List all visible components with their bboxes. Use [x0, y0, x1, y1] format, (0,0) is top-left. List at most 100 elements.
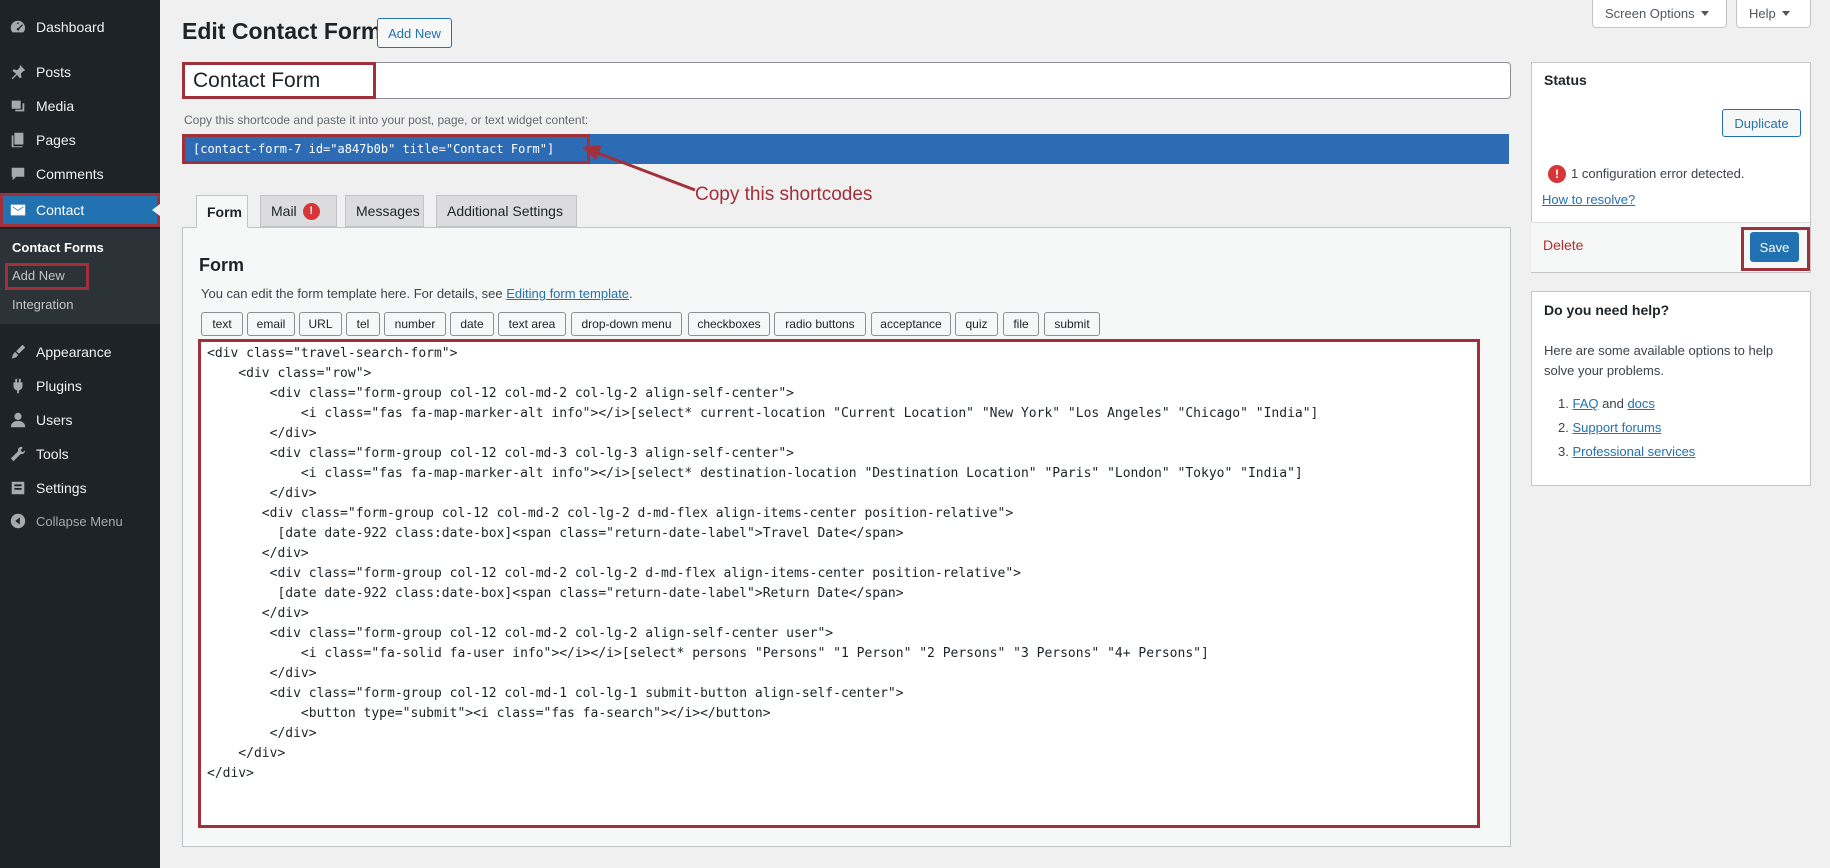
tag-acceptance-button[interactable]: acceptance: [871, 312, 951, 336]
menu-contact[interactable]: Contact: [0, 193, 160, 227]
menu-plugins[interactable]: Plugins: [0, 369, 160, 403]
tag-checkboxes-button[interactable]: checkboxes: [688, 312, 770, 336]
tag-date-button[interactable]: date: [450, 312, 494, 336]
title-input-field[interactable]: [182, 62, 1511, 99]
tag-text-button[interactable]: text: [201, 312, 243, 336]
brush-icon: [0, 343, 36, 361]
menu-posts[interactable]: Posts: [0, 55, 160, 89]
page-title: Edit Contact Form: [182, 18, 382, 44]
envelope-icon: [0, 201, 36, 219]
tab-mail[interactable]: Mail !: [260, 195, 337, 227]
tab-form[interactable]: Form: [196, 195, 248, 228]
code-line: <div class="form-group col-12 col-md-2 c…: [207, 506, 1014, 521]
menu-appearance[interactable]: Appearance: [0, 335, 160, 369]
form-title-input[interactable]: Contact Form: [182, 62, 376, 99]
config-error-text: 1 configuration error detected.: [1571, 166, 1745, 181]
menu-contact-label: Contact: [36, 202, 85, 218]
comments-icon: [0, 165, 36, 183]
chevron-down-icon: [1781, 11, 1790, 16]
user-icon: [0, 411, 36, 429]
menu-users-label: Users: [36, 412, 73, 428]
faq-link[interactable]: FAQ: [1572, 396, 1598, 411]
menu-pages[interactable]: Pages: [0, 123, 160, 157]
help-label: Help: [1749, 6, 1776, 21]
help-item-number: 3.: [1558, 444, 1569, 459]
support-forums-link[interactable]: Support forums: [1572, 420, 1661, 435]
panel-desc-text: You can edit the form template here. For…: [201, 286, 503, 301]
code-line: </div>: [207, 546, 309, 561]
annotation-arrow-icon: [582, 145, 696, 192]
help-and-text: and: [1602, 396, 1624, 411]
tag-textarea-button[interactable]: text area: [498, 312, 566, 336]
screen-options-button[interactable]: Screen Options: [1592, 0, 1727, 28]
tag-file-button[interactable]: file: [1003, 312, 1039, 336]
help-item-faq: 1. FAQ and docs: [1558, 396, 1655, 411]
code-line: <div class="travel-search-form">: [207, 346, 458, 361]
chevron-down-icon: [1700, 11, 1709, 16]
menu-tools-label: Tools: [36, 446, 69, 462]
code-line: <div class="form-group col-12 col-md-1 c…: [207, 686, 904, 701]
pages-icon: [0, 131, 36, 149]
submenu-add-new[interactable]: Add New: [12, 268, 65, 283]
menu-comments[interactable]: Comments: [0, 157, 160, 191]
help-button[interactable]: Help: [1736, 0, 1811, 28]
tag-submit-button[interactable]: submit: [1044, 312, 1100, 336]
docs-link[interactable]: docs: [1627, 396, 1654, 411]
help-item-support: 2. Support forums: [1558, 420, 1661, 435]
code-line: </div>: [207, 766, 254, 781]
settings-icon: [0, 479, 36, 497]
code-line: <button type="submit"><i class="fas fa-s…: [207, 706, 771, 721]
menu-settings-label: Settings: [36, 480, 87, 496]
menu-media-label: Media: [36, 98, 75, 114]
code-line: <div class="row">: [207, 366, 372, 381]
menu-users[interactable]: Users: [0, 403, 160, 437]
menu-pages-label: Pages: [36, 132, 76, 148]
tab-additional-settings[interactable]: Additional Settings: [436, 195, 577, 227]
editing-form-template-link[interactable]: Editing form template: [506, 286, 629, 301]
professional-services-link[interactable]: Professional services: [1572, 444, 1695, 459]
help-description: Here are some available options to help …: [1544, 343, 1774, 378]
annotation-text: Copy this shortcodes: [695, 184, 873, 205]
submenu-integration[interactable]: Integration: [12, 297, 73, 312]
collapse-menu-button[interactable]: Collapse Menu: [0, 504, 160, 538]
shortcode-description: Copy this shortcode and paste it into yo…: [184, 113, 589, 127]
admin-sidebar: Dashboard Posts Media Pages Comments Con…: [0, 0, 160, 868]
save-button[interactable]: Save: [1750, 232, 1799, 262]
panel-description: You can edit the form template here. For…: [201, 286, 633, 301]
code-line: [date date-922 class:date-box]<span clas…: [207, 586, 904, 601]
code-line: </div>: [207, 666, 317, 681]
menu-plugins-label: Plugins: [36, 378, 82, 394]
menu-tools[interactable]: Tools: [0, 437, 160, 471]
shortcode-value[interactable]: [contact-form-7 id="a847b0b" title="Cont…: [182, 134, 590, 164]
submenu-contact-forms[interactable]: Contact Forms: [12, 240, 104, 255]
add-new-button[interactable]: Add New: [377, 18, 452, 48]
code-line: <div class="form-group col-12 col-md-2 c…: [207, 386, 794, 401]
tag-dropdown-button[interactable]: drop-down menu: [571, 312, 682, 336]
help-item-number: 2.: [1558, 420, 1569, 435]
collapse-icon: [0, 512, 36, 530]
delete-link[interactable]: Delete: [1543, 237, 1583, 253]
how-to-resolve-link[interactable]: How to resolve?: [1542, 192, 1635, 207]
code-line: <i class="fas fa-map-marker-alt info"></…: [207, 406, 1319, 421]
code-line: </div>: [207, 726, 317, 741]
tag-tel-button[interactable]: tel: [346, 312, 380, 336]
menu-appearance-label: Appearance: [36, 344, 112, 360]
error-icon: !: [1548, 165, 1566, 183]
help-title: Do you need help?: [1544, 302, 1670, 318]
menu-dashboard[interactable]: Dashboard: [0, 10, 160, 44]
panel-desc-end: .: [629, 286, 633, 301]
duplicate-button[interactable]: Duplicate: [1722, 109, 1801, 137]
tag-number-button[interactable]: number: [384, 312, 446, 336]
tab-messages[interactable]: Messages: [345, 195, 424, 227]
menu-settings[interactable]: Settings: [0, 471, 160, 505]
dashboard-icon: [0, 18, 36, 36]
tag-quiz-button[interactable]: quiz: [955, 312, 998, 336]
tag-url-button[interactable]: URL: [299, 312, 342, 336]
code-line: <i class="fas fa-map-marker-alt info"></…: [207, 466, 1303, 481]
tag-email-button[interactable]: email: [247, 312, 295, 336]
menu-media[interactable]: Media: [0, 89, 160, 123]
help-item-services: 3. Professional services: [1558, 444, 1695, 459]
code-line: </div>: [207, 746, 286, 761]
menu-posts-label: Posts: [36, 64, 72, 80]
tag-radio-buttons-button[interactable]: radio buttons: [774, 312, 866, 336]
